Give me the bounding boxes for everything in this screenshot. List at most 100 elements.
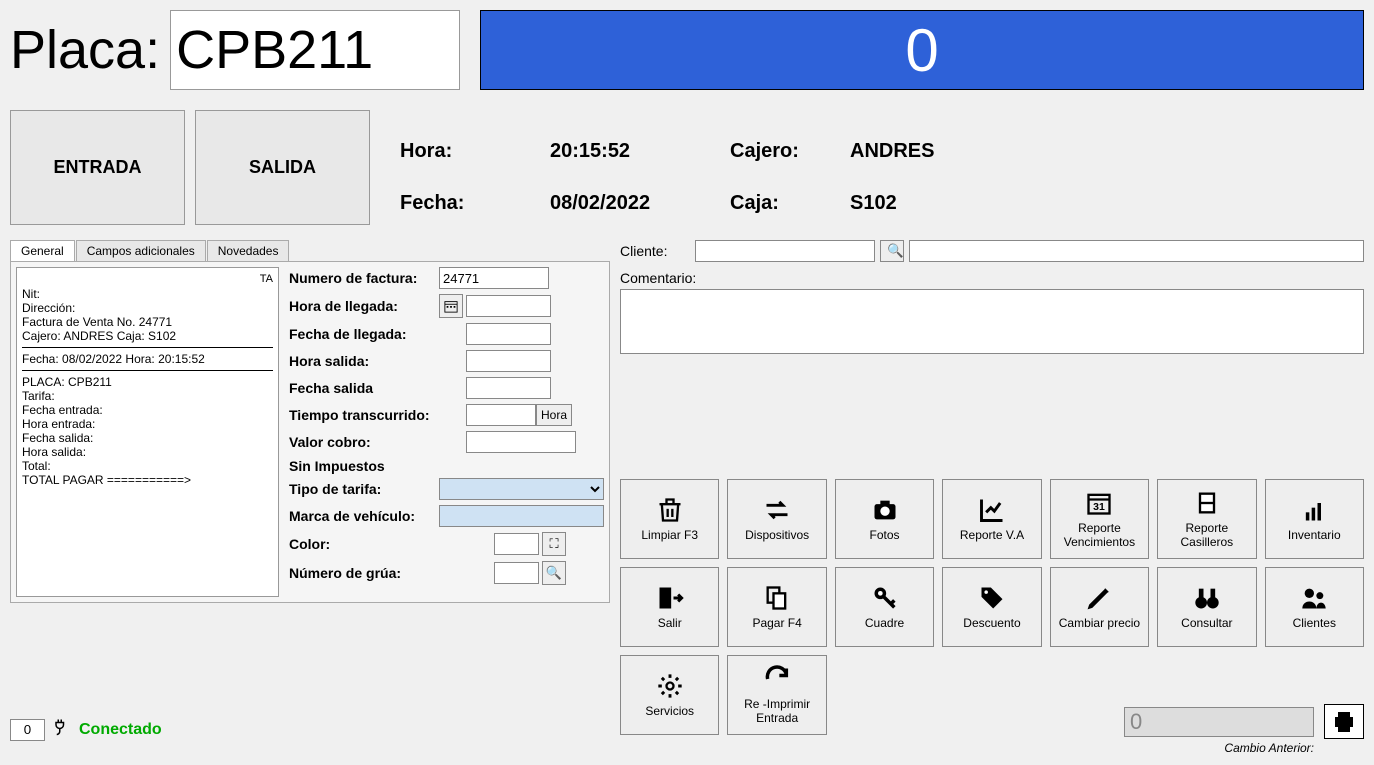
grid-btn-label: Descuento bbox=[963, 616, 1020, 630]
pencil-icon bbox=[1085, 584, 1113, 612]
tab-general[interactable]: General bbox=[10, 240, 75, 261]
grua-label: Número de grúa: bbox=[289, 565, 439, 581]
reporte-vencimientos-button[interactable]: 31 Reporte Vencimientos bbox=[1050, 479, 1149, 559]
tab-novedades[interactable]: Novedades bbox=[207, 240, 290, 261]
fecha-salida-input[interactable] bbox=[466, 377, 551, 399]
valor-cobro-input[interactable] bbox=[466, 431, 576, 453]
hora-salida-input[interactable] bbox=[466, 350, 551, 372]
receipt-factura: Factura de Venta No. 24771 bbox=[22, 315, 273, 329]
color-label: Color: bbox=[289, 536, 439, 552]
fecha-label: Fecha: bbox=[400, 192, 530, 215]
numero-factura-input[interactable] bbox=[439, 267, 549, 289]
pagar-f4-button[interactable]: Pagar F4 bbox=[727, 567, 826, 647]
marca-input[interactable] bbox=[439, 505, 604, 527]
exit-icon bbox=[656, 584, 684, 612]
inventario-button[interactable]: Inventario bbox=[1265, 479, 1364, 559]
footer-counter[interactable] bbox=[10, 719, 45, 741]
copy-icon bbox=[763, 584, 791, 612]
consultar-button[interactable]: Consultar bbox=[1157, 567, 1256, 647]
grid-btn-label: Salir bbox=[658, 616, 682, 630]
caja-value: S102 bbox=[850, 192, 1000, 215]
tiempo-label: Tiempo transcurrido: bbox=[289, 407, 439, 423]
receipt-direccion: Dirección: bbox=[22, 301, 273, 315]
receipt-fecha: Fecha: 08/02/2022 Hora: 20:15:52 bbox=[22, 352, 273, 366]
grid-btn-label: Reporte Casilleros bbox=[1160, 521, 1253, 549]
hora-llegada-input[interactable] bbox=[466, 295, 551, 317]
receipt-preview: TA Nit: Dirección: Factura de Venta No. … bbox=[16, 267, 279, 597]
receipt-tarifa: Tarifa: bbox=[22, 389, 273, 403]
hora-button[interactable]: Hora bbox=[536, 404, 572, 426]
bars-icon bbox=[1300, 496, 1328, 524]
limpiar-f3-button[interactable]: Limpiar F3 bbox=[620, 479, 719, 559]
expand-icon[interactable]: ⛶ bbox=[542, 532, 566, 556]
search-grua-icon[interactable]: 🔍 bbox=[542, 561, 566, 585]
receipt-hora-entrada: Hora entrada: bbox=[22, 417, 273, 431]
salir-button[interactable]: Salir bbox=[620, 567, 719, 647]
fecha-salida-label: Fecha salida bbox=[289, 380, 439, 396]
cambio-anterior-label: Cambio Anterior: bbox=[1224, 741, 1314, 755]
tipo-tarifa-label: Tipo de tarifa: bbox=[289, 481, 439, 497]
cliente-display bbox=[909, 240, 1364, 262]
entrada-button[interactable]: ENTRADA bbox=[10, 110, 185, 225]
color-input[interactable] bbox=[494, 533, 539, 555]
cliente-search-button[interactable]: 🔍 bbox=[880, 240, 904, 262]
marca-label: Marca de vehículo: bbox=[289, 508, 439, 524]
trash-icon bbox=[656, 496, 684, 524]
connected-label: Conectado bbox=[79, 721, 162, 739]
printer-icon bbox=[1332, 710, 1356, 734]
cajero-label: Cajero: bbox=[730, 140, 830, 163]
svg-text:31: 31 bbox=[1094, 501, 1106, 513]
tab-campos-adicionales[interactable]: Campos adicionales bbox=[76, 240, 206, 261]
fecha-llegada-label: Fecha de llegada: bbox=[289, 326, 439, 342]
key-icon bbox=[871, 584, 899, 612]
calendar-icon: 31 bbox=[1085, 489, 1113, 517]
hora-value: 20:15:52 bbox=[550, 140, 710, 163]
grid-btn-label: Consultar bbox=[1181, 616, 1232, 630]
print-button[interactable] bbox=[1324, 704, 1364, 739]
salida-button[interactable]: SALIDA bbox=[195, 110, 370, 225]
grid-btn-label: Limpiar F3 bbox=[641, 528, 698, 542]
placa-input[interactable] bbox=[170, 10, 460, 90]
fotos-button[interactable]: Fotos bbox=[835, 479, 934, 559]
cambiar-precio-button[interactable]: Cambiar precio bbox=[1050, 567, 1149, 647]
fecha-llegada-input[interactable] bbox=[466, 323, 551, 345]
grid-btn-label: Reporte V.A bbox=[960, 528, 1024, 542]
redo-icon bbox=[763, 665, 791, 693]
numero-factura-label: Numero de factura: bbox=[289, 270, 439, 286]
cliente-label: Cliente: bbox=[620, 243, 690, 259]
grid-btn-label: Reporte Vencimientos bbox=[1053, 521, 1146, 549]
info-grid: Hora: 20:15:52 Cajero: ANDRES Fecha: 08/… bbox=[400, 110, 1000, 225]
dispositivos-button[interactable]: Dispositivos bbox=[727, 479, 826, 559]
reporte-casilleros-button[interactable]: Reporte Casilleros bbox=[1157, 479, 1256, 559]
receipt-corner: TA bbox=[260, 273, 273, 285]
cuadre-button[interactable]: Cuadre bbox=[835, 567, 934, 647]
clientes-button[interactable]: Clientes bbox=[1265, 567, 1364, 647]
grua-input[interactable] bbox=[494, 562, 539, 584]
grid-btn-label: Cuadre bbox=[865, 616, 904, 630]
tag-icon bbox=[978, 584, 1006, 612]
reporte-v-a-button[interactable]: Reporte V.A bbox=[942, 479, 1041, 559]
receipt-cajero: Cajero: ANDRES Caja: S102 bbox=[22, 329, 273, 343]
amount-display: 0 bbox=[480, 10, 1364, 90]
comentario-textarea[interactable] bbox=[620, 289, 1364, 354]
tipo-tarifa-select[interactable] bbox=[439, 478, 604, 500]
valor-cobro-label: Valor cobro: bbox=[289, 434, 439, 450]
grid-btn-label: Dispositivos bbox=[745, 528, 809, 542]
arrows-icon bbox=[763, 496, 791, 524]
camera-icon bbox=[871, 496, 899, 524]
gear-icon bbox=[656, 672, 684, 700]
caja-label: Caja: bbox=[730, 192, 830, 215]
cliente-input[interactable] bbox=[695, 240, 875, 262]
descuento-button[interactable]: Descuento bbox=[942, 567, 1041, 647]
receipt-hora-salida: Hora salida: bbox=[22, 445, 273, 459]
receipt-fecha-salida: Fecha salida: bbox=[22, 431, 273, 445]
grid-btn-label: Clientes bbox=[1293, 616, 1336, 630]
tiempo-input[interactable] bbox=[466, 404, 536, 426]
cajero-value: ANDRES bbox=[850, 140, 1000, 163]
fecha-value: 08/02/2022 bbox=[550, 192, 710, 215]
grid-btn-label: Inventario bbox=[1288, 528, 1341, 542]
locker-icon bbox=[1193, 489, 1221, 517]
grid-btn-label: Pagar F4 bbox=[752, 616, 801, 630]
sin-impuestos-label: Sin Impuestos bbox=[289, 458, 604, 474]
calendar-icon[interactable] bbox=[439, 294, 463, 318]
